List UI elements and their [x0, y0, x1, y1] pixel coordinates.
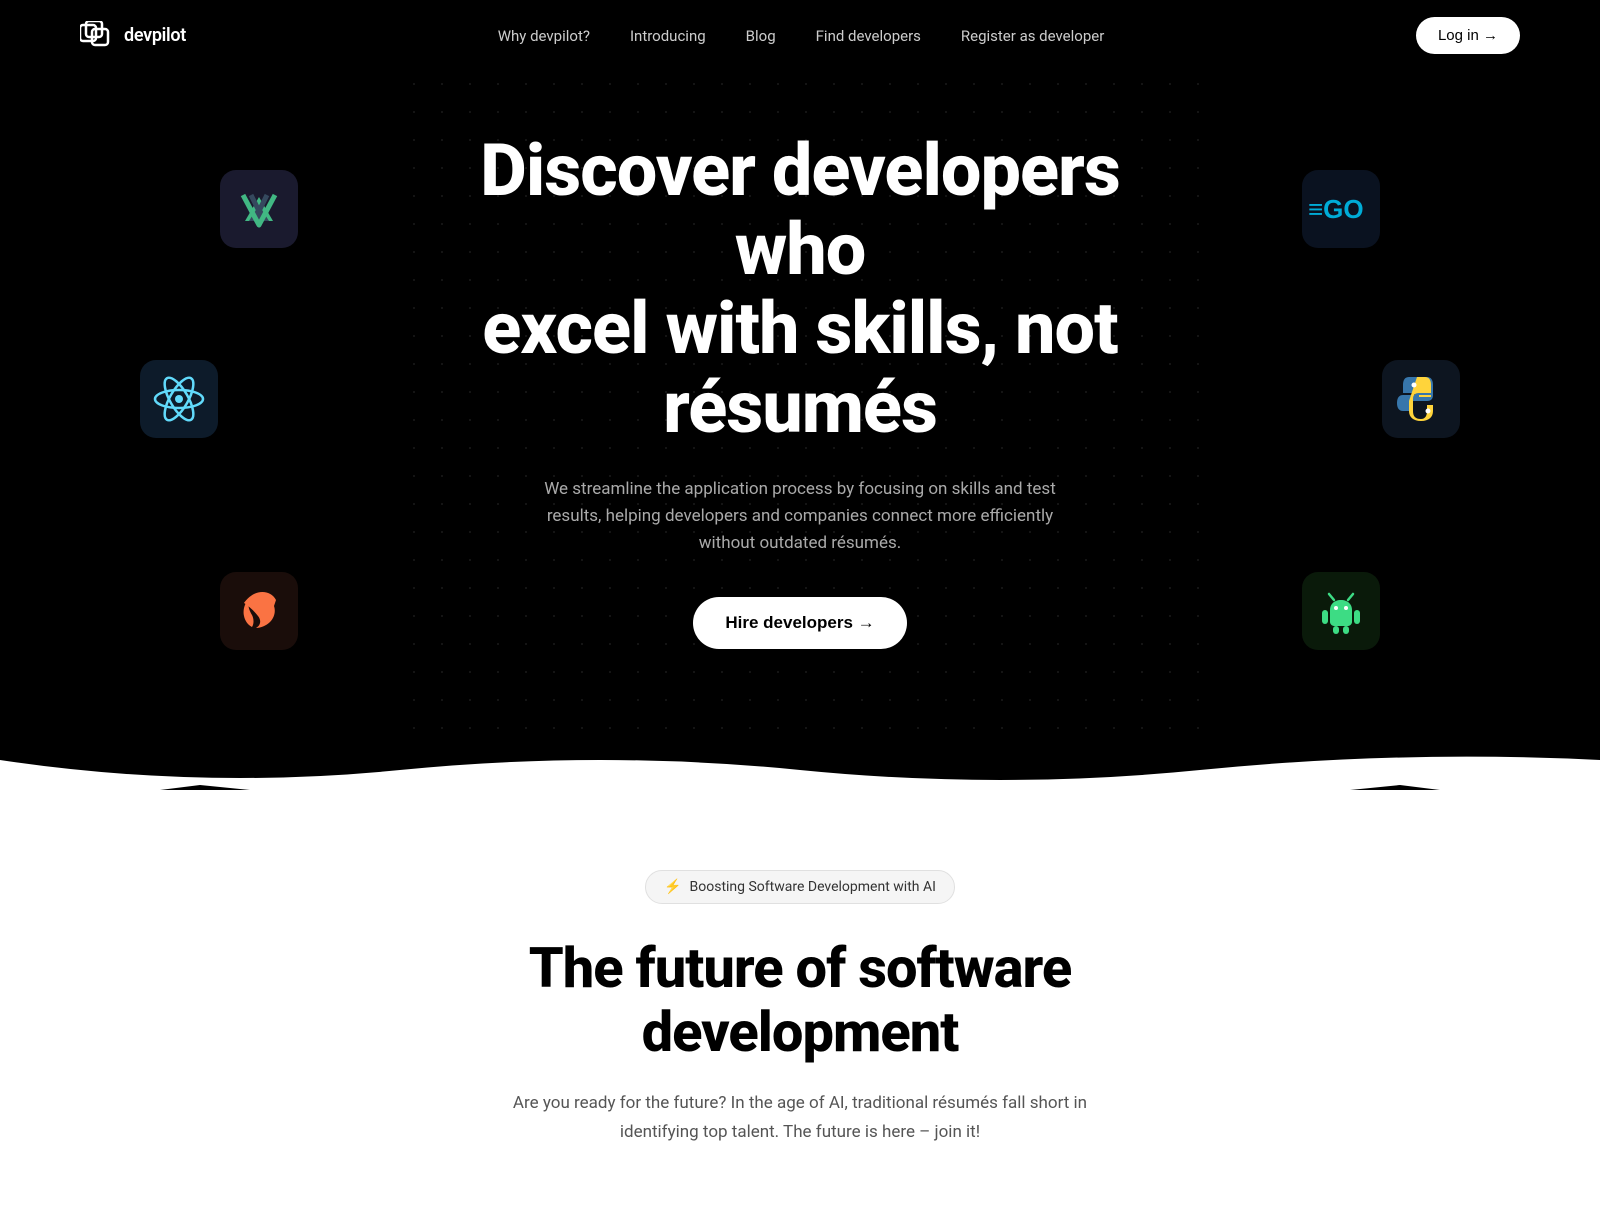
vue-icon [220, 170, 298, 248]
nav-item-blog[interactable]: Blog [746, 27, 776, 45]
ai-badge: ⚡ Boosting Software Development with AI [645, 870, 955, 904]
second-section: ⚡ Boosting Software Development with AI … [0, 790, 1600, 1207]
second-section-title: The future of software development [529, 936, 1072, 1065]
go-icon: ≡GO [1302, 170, 1380, 248]
second-section-subtitle: Are you ready for the future? In the age… [510, 1089, 1090, 1147]
svg-text:≡GO: ≡GO [1308, 194, 1364, 224]
badge-icon: ⚡ [664, 879, 681, 895]
logo-text: devpilot [124, 25, 186, 46]
navbar: devpilot Why devpilot? Introducing Blog … [0, 0, 1600, 70]
login-button[interactable]: Log in → [1416, 17, 1520, 54]
nav-item-register[interactable]: Register as developer [961, 27, 1104, 45]
hero-section: ≡GO [0, 70, 1600, 730]
react-icon [140, 360, 218, 438]
hero-content: Discover developers who excel with skill… [450, 131, 1150, 649]
nav-item-find-developers[interactable]: Find developers [816, 27, 921, 45]
logo-icon [80, 21, 116, 49]
badge-text: Boosting Software Development with AI [690, 879, 936, 895]
swift-icon [220, 572, 298, 650]
section-separator [0, 730, 1600, 790]
nav-item-introducing[interactable]: Introducing [630, 27, 706, 45]
hire-developers-button[interactable]: Hire developers → [693, 597, 906, 649]
python-icon [1382, 360, 1460, 438]
nav-links: Why devpilot? Introducing Blog Find deve… [498, 26, 1105, 45]
logo[interactable]: devpilot [80, 21, 186, 49]
android-icon [1302, 572, 1380, 650]
nav-item-why[interactable]: Why devpilot? [498, 27, 590, 45]
hero-subtitle: We streamline the application process by… [520, 476, 1080, 558]
hero-title: Discover developers who excel with skill… [450, 131, 1150, 448]
